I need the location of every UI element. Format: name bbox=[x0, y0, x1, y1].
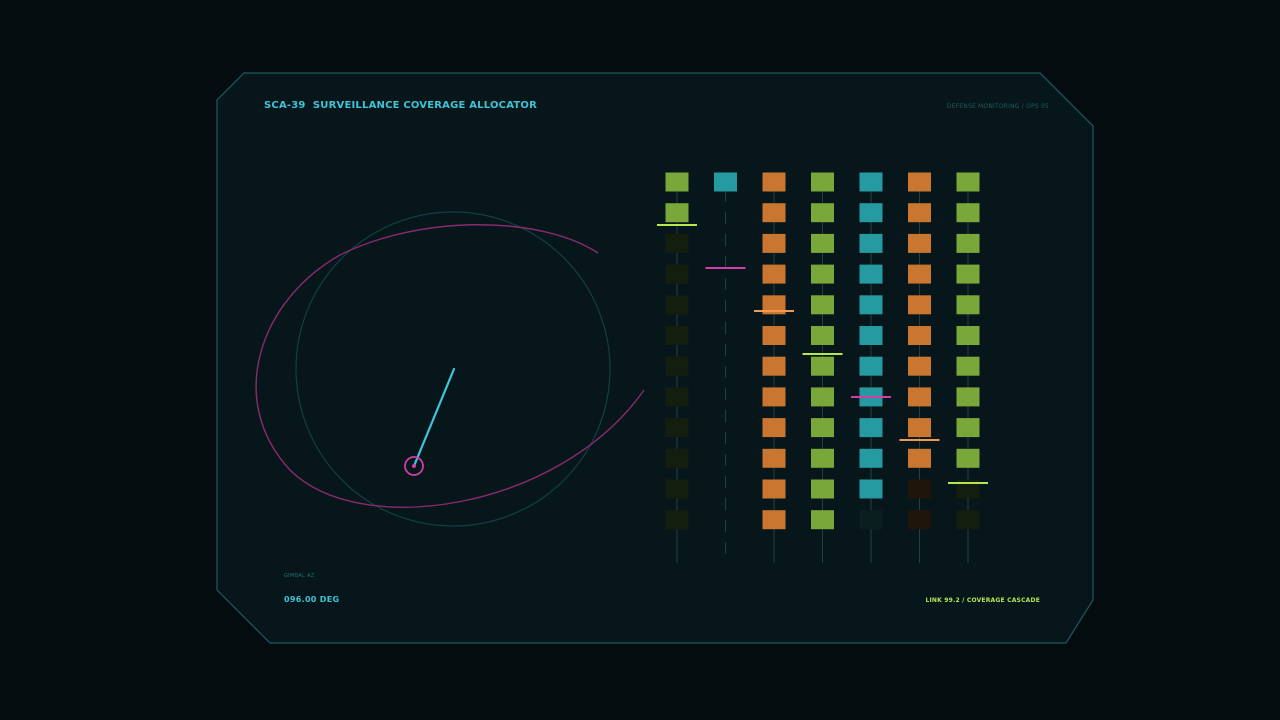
coverage-cell-active[interactable] bbox=[762, 233, 786, 253]
coverage-cell-idle[interactable] bbox=[665, 448, 689, 468]
coverage-cell-active[interactable] bbox=[811, 326, 834, 345]
coverage-cell-idle[interactable] bbox=[859, 510, 883, 530]
coverage-cell-active[interactable] bbox=[956, 326, 980, 345]
coverage-cell-active[interactable] bbox=[762, 448, 786, 468]
coverage-cell-active[interactable] bbox=[762, 326, 786, 345]
coverage-cell-active[interactable] bbox=[908, 233, 931, 253]
coverage-cell-active[interactable] bbox=[908, 264, 931, 284]
coverage-cell-active[interactable] bbox=[908, 418, 931, 438]
coverage-cell-active[interactable] bbox=[762, 418, 786, 438]
coverage-cell-active[interactable] bbox=[811, 295, 834, 315]
coverage-cell-active[interactable] bbox=[908, 203, 931, 223]
coverage-cell-active[interactable] bbox=[859, 326, 883, 345]
coverage-cell-idle[interactable] bbox=[665, 264, 689, 284]
coverage-cell-active[interactable] bbox=[859, 295, 883, 315]
coverage-cell-active[interactable] bbox=[811, 233, 834, 253]
coverage-cell-active[interactable] bbox=[811, 387, 834, 407]
coverage-cell-active[interactable] bbox=[859, 356, 883, 376]
coverage-cell-active[interactable] bbox=[956, 387, 980, 407]
coverage-cell-idle[interactable] bbox=[665, 510, 689, 530]
coverage-cell-active[interactable] bbox=[762, 387, 786, 407]
coverage-cell-active[interactable] bbox=[908, 387, 931, 407]
coverage-cell-active[interactable] bbox=[811, 418, 834, 438]
coverage-cell-active[interactable] bbox=[762, 356, 786, 376]
coverage-cell-active[interactable] bbox=[762, 203, 786, 223]
coverage-cell-active[interactable] bbox=[811, 203, 834, 223]
coverage-cell-active[interactable] bbox=[956, 233, 980, 253]
coverage-cell-active[interactable] bbox=[762, 172, 786, 192]
coverage-cell-active[interactable] bbox=[956, 172, 980, 192]
coverage-cell-active[interactable] bbox=[908, 326, 931, 345]
coverage-cell-active[interactable] bbox=[665, 203, 689, 223]
coverage-cell-active[interactable] bbox=[859, 479, 883, 499]
coverage-cell-active[interactable] bbox=[859, 203, 883, 223]
coverage-cell-active[interactable] bbox=[908, 356, 931, 376]
coverage-cell-active[interactable] bbox=[859, 172, 883, 192]
coverage-cell-active[interactable] bbox=[762, 510, 786, 530]
coverage-cell-idle[interactable] bbox=[665, 356, 689, 376]
coverage-cell-active[interactable] bbox=[811, 172, 834, 192]
coverage-cell-active[interactable] bbox=[811, 510, 834, 530]
coverage-cell-active[interactable] bbox=[859, 264, 883, 284]
coverage-cell-idle[interactable] bbox=[665, 295, 689, 315]
coverage-cell-active[interactable] bbox=[956, 448, 980, 468]
coverage-cell-idle[interactable] bbox=[665, 479, 689, 499]
coverage-cell-active[interactable] bbox=[811, 479, 834, 499]
coverage-cell-idle[interactable] bbox=[908, 479, 931, 499]
coverage-cell-idle[interactable] bbox=[908, 510, 931, 530]
coverage-cell-active[interactable] bbox=[665, 172, 689, 192]
coverage-cell-active[interactable] bbox=[908, 295, 931, 315]
coverage-cell-active[interactable] bbox=[762, 264, 786, 284]
app-title: SCA-39 SURVEILLANCE COVERAGE ALLOCATOR bbox=[264, 100, 537, 111]
coverage-cell-idle[interactable] bbox=[665, 326, 689, 345]
coverage-cell-idle[interactable] bbox=[665, 418, 689, 438]
coverage-cell-active[interactable] bbox=[811, 448, 834, 468]
coverage-cell-idle[interactable] bbox=[665, 233, 689, 253]
gimbal-label: GIMBAL AZ bbox=[284, 573, 315, 579]
coverage-cell-active[interactable] bbox=[956, 295, 980, 315]
gimbal-pivot-dot bbox=[412, 464, 416, 468]
hud-canvas bbox=[216, 72, 1094, 644]
coverage-cell-active[interactable] bbox=[956, 356, 980, 376]
coverage-cell-active[interactable] bbox=[859, 233, 883, 253]
coverage-cell-idle[interactable] bbox=[665, 387, 689, 407]
coverage-cell-active[interactable] bbox=[956, 418, 980, 438]
coverage-cell-active[interactable] bbox=[859, 448, 883, 468]
coverage-cell-active[interactable] bbox=[811, 356, 834, 376]
system-meta: DEFENSE MONITORING / OPS 05 bbox=[946, 103, 1049, 110]
gimbal-value: 096.00 DEG bbox=[284, 595, 340, 604]
coverage-cell-active[interactable] bbox=[714, 172, 737, 192]
coverage-cell-active[interactable] bbox=[908, 172, 931, 192]
coverage-cell-active[interactable] bbox=[811, 264, 834, 284]
coverage-cell-active[interactable] bbox=[956, 203, 980, 223]
coverage-cell-active[interactable] bbox=[956, 264, 980, 284]
link-status: LINK 99.2 / COVERAGE CASCADE bbox=[925, 597, 1040, 604]
coverage-cell-active[interactable] bbox=[859, 418, 883, 438]
coverage-cell-idle[interactable] bbox=[956, 510, 980, 530]
coverage-cell-active[interactable] bbox=[762, 479, 786, 499]
coverage-cell-active[interactable] bbox=[908, 448, 931, 468]
